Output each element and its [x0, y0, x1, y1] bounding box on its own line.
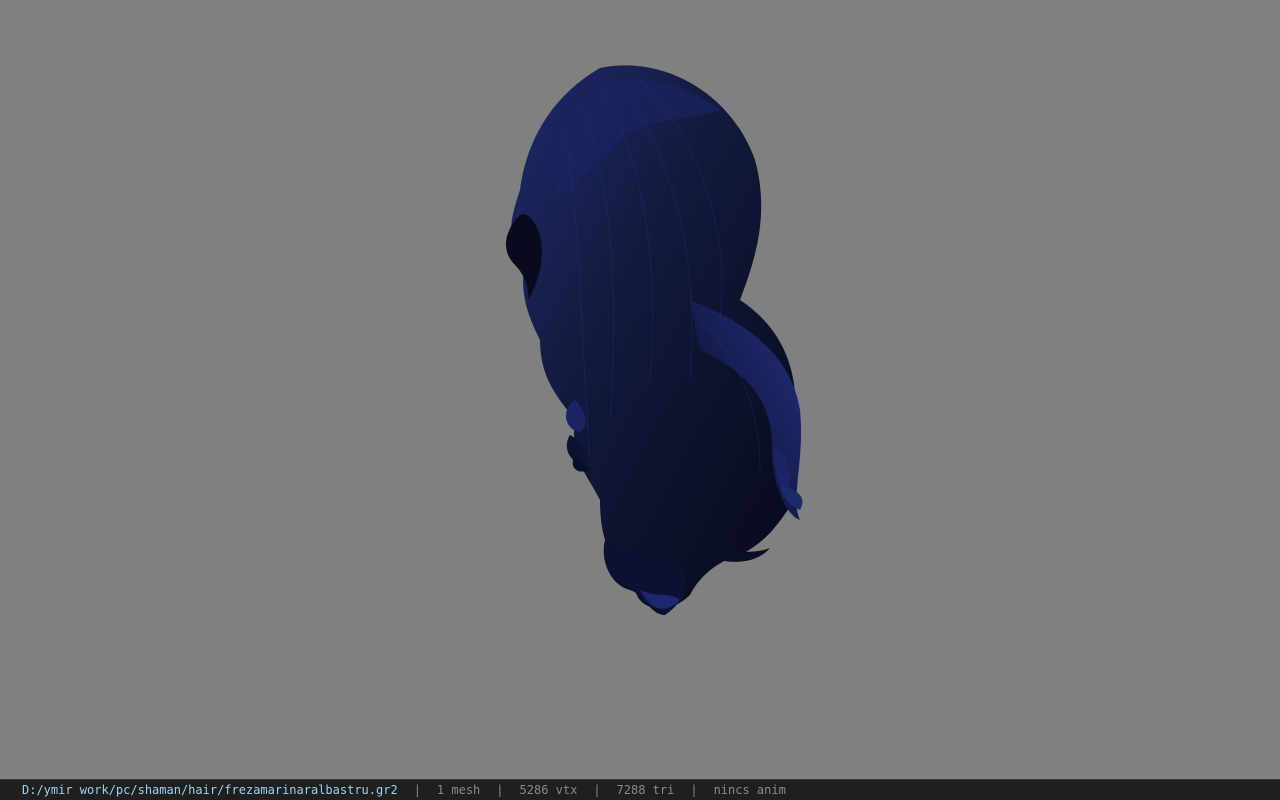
triangle-count-label: 7288 tri: [616, 783, 675, 797]
status-bar: D:/ymir work/pc/shaman/hair/frezamarinar…: [0, 779, 1280, 800]
status-separator: |: [413, 783, 421, 797]
file-path-label: D:/ymir work/pc/shaman/hair/frezamarinar…: [22, 783, 398, 797]
status-separator: |: [496, 783, 504, 797]
vertex-count-label: 5286 vtx: [519, 783, 578, 797]
status-separator: |: [593, 783, 601, 797]
3d-viewport[interactable]: [0, 0, 1280, 779]
animation-label: nincs anim: [713, 783, 786, 797]
status-separator: |: [690, 783, 698, 797]
hair-model[interactable]: [0, 0, 1280, 779]
mesh-count-label: 1 mesh: [436, 783, 481, 797]
